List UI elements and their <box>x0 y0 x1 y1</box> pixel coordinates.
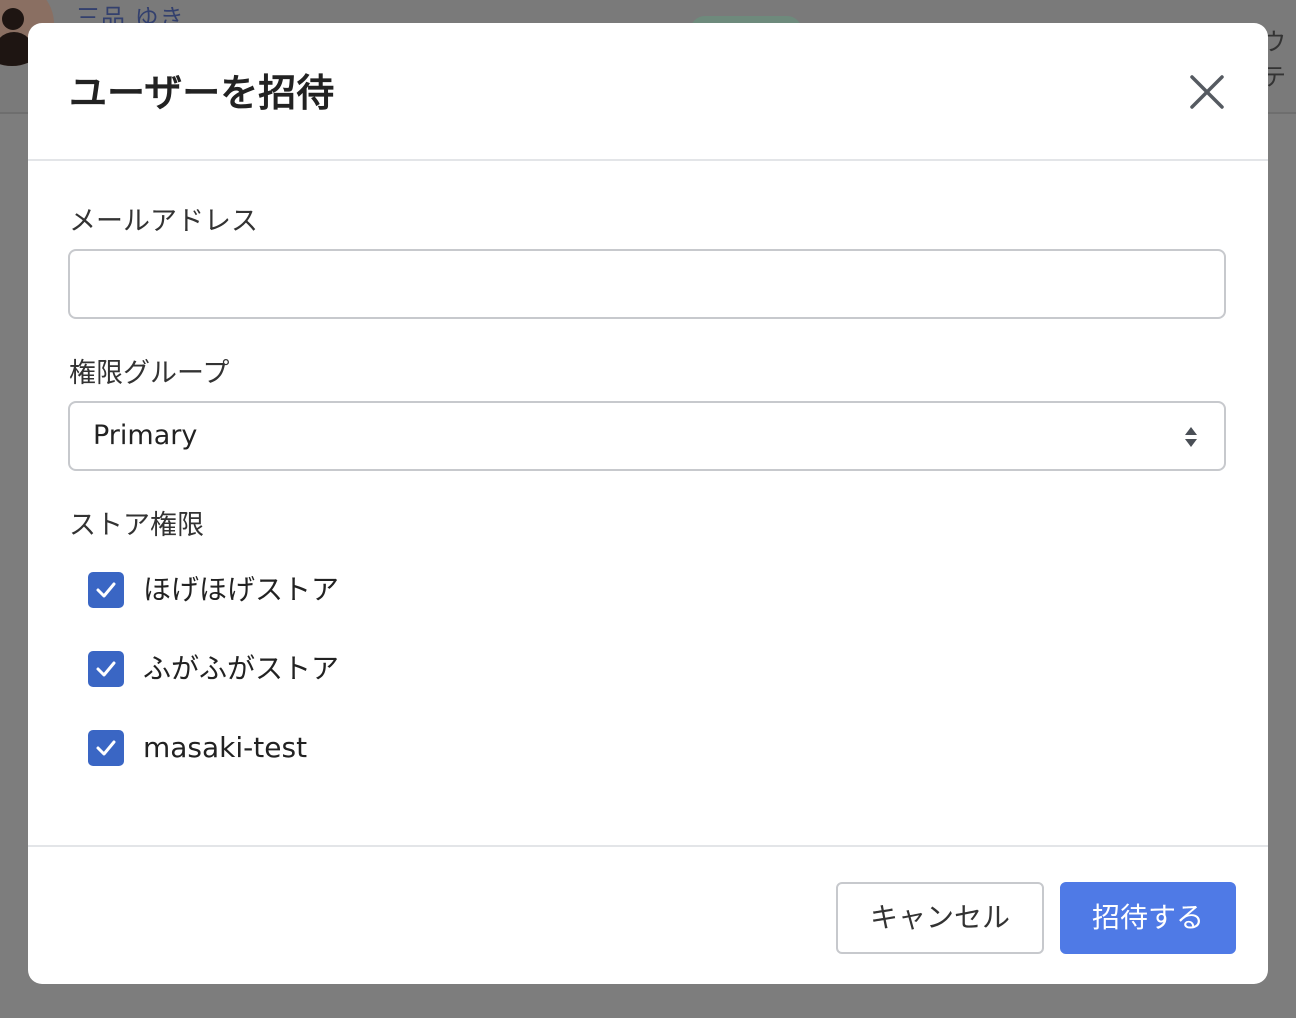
close-button[interactable] <box>1184 69 1230 115</box>
check-icon <box>96 582 116 598</box>
invite-button[interactable]: 招待する <box>1060 882 1236 954</box>
store-permission-label: ほげほげストア <box>143 573 340 606</box>
store-permission-checkbox[interactable] <box>88 572 124 608</box>
select-arrows-icon <box>1185 427 1197 447</box>
check-icon <box>96 661 116 677</box>
modal-title: ユーザーを招待 <box>69 71 335 115</box>
cancel-button[interactable]: キャンセル <box>836 882 1044 954</box>
role-group-select[interactable]: Primary <box>68 401 1226 471</box>
invite-user-modal: ユーザーを招待 メールアドレス 権限グループ Primary ストア権限 ほげほ… <box>28 23 1268 984</box>
store-permission-label: ふがふがストア <box>143 652 340 685</box>
modal-header: ユーザーを招待 <box>28 23 1268 161</box>
store-permission-checkbox[interactable] <box>88 651 124 687</box>
role-group-selected-value: Primary <box>93 420 198 451</box>
modal-footer: キャンセル 招待する <box>28 845 1268 984</box>
page: 三品 ゆき ウテ ユーザーを招待 メールアドレス 権限グループ Primary <box>0 0 1296 1018</box>
store-permission-label: masaki-test <box>143 731 308 764</box>
email-field[interactable] <box>68 249 1226 319</box>
store-permission-checkbox[interactable] <box>88 730 124 766</box>
email-label: メールアドレス <box>69 206 258 237</box>
close-icon <box>1190 75 1224 109</box>
check-icon <box>96 740 116 756</box>
role-group-label: 権限グループ <box>69 358 230 389</box>
store-permissions-label: ストア権限 <box>69 510 204 541</box>
